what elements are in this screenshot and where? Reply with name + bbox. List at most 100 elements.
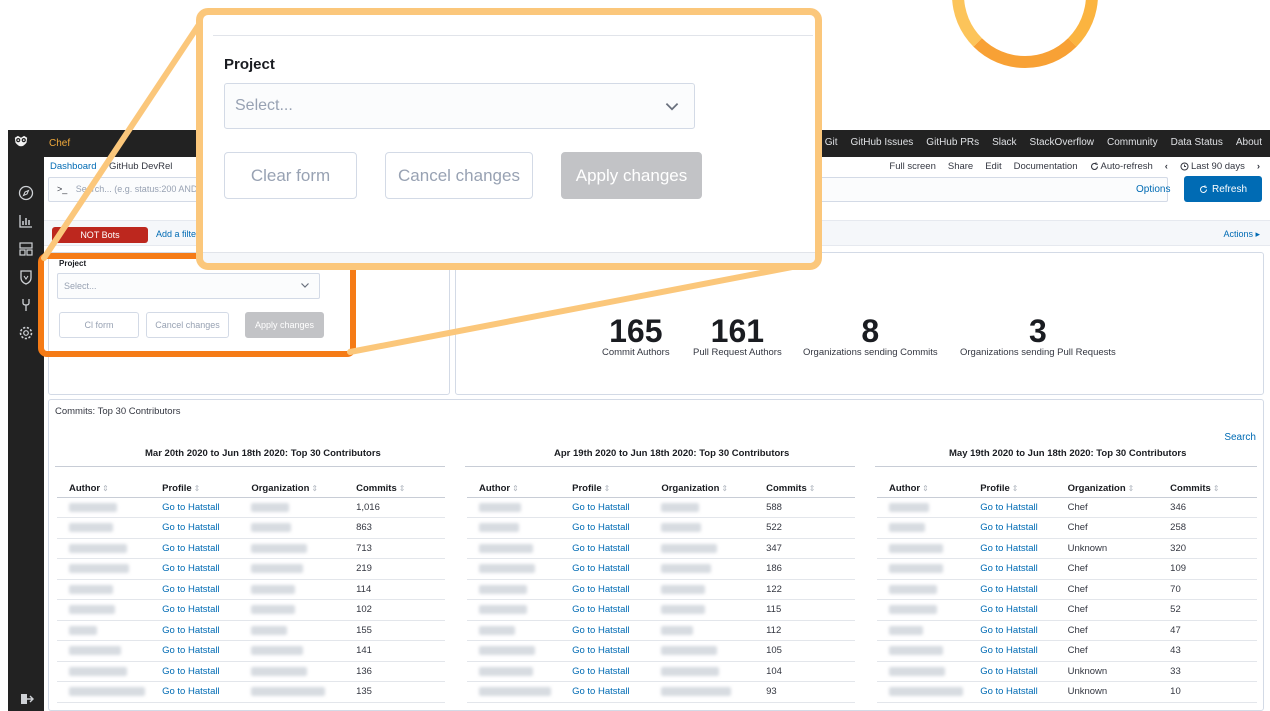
documentation-link[interactable]: Documentation <box>1014 161 1078 172</box>
redacted-author <box>479 605 527 615</box>
column-header-organization[interactable]: Organization ⇕ <box>1055 480 1159 498</box>
not-bots-filter-pill[interactable]: NOT Bots <box>52 227 148 243</box>
column-header-organization[interactable]: Organization ⇕ <box>649 480 755 498</box>
apply-changes-button-zoom[interactable]: Apply changes <box>561 152 702 199</box>
chart-icon[interactable] <box>17 212 35 230</box>
options-link[interactable]: Options <box>1136 184 1170 195</box>
profile-link[interactable]: Go to Hatstall <box>968 681 1056 703</box>
shield-icon[interactable] <box>17 268 35 286</box>
owl-logo-icon[interactable] <box>13 134 39 160</box>
cancel-changes-button-zoom[interactable]: Cancel changes <box>385 152 533 199</box>
commits-cell: 135 <box>344 681 445 703</box>
profile-link[interactable]: Go to Hatstall <box>968 497 1056 518</box>
profile-link[interactable]: Go to Hatstall <box>968 517 1056 539</box>
search-placeholder: Search... (e.g. status:200 AND <box>75 184 198 194</box>
actions-link[interactable]: Actions ▸ <box>1223 229 1260 240</box>
nav-about[interactable]: About <box>1236 137 1262 148</box>
time-prev-button[interactable]: ‹ <box>1165 161 1168 172</box>
breadcrumb-dashboard[interactable]: Dashboard <box>50 161 96 172</box>
project-select-placeholder: Select... <box>235 97 293 114</box>
profile-link[interactable]: Go to Hatstall <box>150 517 240 539</box>
profile-link[interactable]: Go to Hatstall <box>968 640 1056 662</box>
nav-stackoverflow[interactable]: StackOverflow <box>1030 137 1094 148</box>
auto-refresh-toggle[interactable]: Auto-refresh <box>1090 161 1153 172</box>
nav-github-prs[interactable]: GitHub PRs <box>926 137 979 148</box>
column-header-author[interactable]: Author ⇕ <box>877 480 969 498</box>
logout-icon[interactable] <box>17 690 35 708</box>
column-header-author[interactable]: Author ⇕ <box>467 480 561 498</box>
profile-link[interactable]: Go to Hatstall <box>560 558 650 580</box>
profile-link[interactable]: Go to Hatstall <box>560 497 650 518</box>
column-header-organization[interactable]: Organization ⇕ <box>239 480 345 498</box>
profile-link[interactable]: Go to Hatstall <box>968 538 1056 559</box>
commits-cell: 346 <box>1158 497 1257 518</box>
column-header-author[interactable]: Author ⇕ <box>57 480 151 498</box>
compass-icon[interactable] <box>17 184 35 202</box>
dashboard-icon[interactable] <box>17 240 35 258</box>
redacted-organization <box>661 646 718 656</box>
profile-link[interactable]: Go to Hatstall <box>968 620 1056 641</box>
profile-link[interactable]: Go to Hatstall <box>968 599 1056 621</box>
profile-link[interactable]: Go to Hatstall <box>150 681 240 703</box>
redacted-author <box>889 666 945 676</box>
share-link[interactable]: Share <box>948 161 973 172</box>
column-header-commits[interactable]: Commits ⇕ <box>344 480 445 498</box>
profile-link[interactable]: Go to Hatstall <box>150 497 240 518</box>
project-select-zoom[interactable]: Select... <box>224 83 695 129</box>
profile-link[interactable]: Go to Hatstall <box>560 640 650 662</box>
profile-link[interactable]: Go to Hatstall <box>150 579 240 600</box>
profile-link[interactable]: Go to Hatstall <box>560 517 650 539</box>
profile-link[interactable]: Go to Hatstall <box>560 538 650 559</box>
wrench-icon[interactable] <box>17 296 35 314</box>
add-filter-link[interactable]: Add a filter <box>156 229 199 239</box>
refresh-button[interactable]: Refresh <box>1184 176 1262 202</box>
commits-cell: 109 <box>1158 558 1257 580</box>
profile-link[interactable]: Go to Hatstall <box>150 661 240 682</box>
clear-form-button-zoom[interactable]: Clear form <box>224 152 357 199</box>
time-next-button[interactable]: › <box>1257 161 1260 172</box>
profile-link[interactable]: Go to Hatstall <box>150 640 240 662</box>
author-cell <box>877 640 969 662</box>
redacted-organization <box>661 625 694 635</box>
profile-link[interactable]: Go to Hatstall <box>150 620 240 641</box>
app-brand[interactable]: Chef <box>49 138 70 149</box>
column-header-commits[interactable]: Commits ⇕ <box>1158 480 1257 498</box>
nav-community[interactable]: Community <box>1107 137 1158 148</box>
redacted-author <box>479 564 535 574</box>
profile-link[interactable]: Go to Hatstall <box>968 558 1056 580</box>
redacted-organization <box>251 584 296 594</box>
nav-git[interactable]: Git <box>825 137 838 148</box>
organization-cell: Unknown <box>1055 681 1159 703</box>
gear-icon[interactable] <box>17 324 35 342</box>
profile-link[interactable]: Go to Hatstall <box>560 661 650 682</box>
edit-link[interactable]: Edit <box>985 161 1001 172</box>
profile-link[interactable]: Go to Hatstall <box>560 599 650 621</box>
metric-pr-authors: 161 Pull Request Authors <box>693 313 782 358</box>
table-row: Go to Hatstall 122 <box>467 579 855 600</box>
profile-link[interactable]: Go to Hatstall <box>560 579 650 600</box>
profile-link[interactable]: Go to Hatstall <box>150 558 240 580</box>
profile-link[interactable]: Go to Hatstall <box>150 538 240 559</box>
time-range-picker[interactable]: Last 90 days <box>1180 161 1245 172</box>
redacted-author <box>479 584 527 594</box>
table-row: Go to Hatstall Chef 43 <box>877 640 1257 662</box>
nav-slack[interactable]: Slack <box>992 137 1016 148</box>
profile-link[interactable]: Go to Hatstall <box>968 661 1056 682</box>
redacted-author <box>479 523 519 533</box>
contributors-table-1: Author ⇕ Profile ⇕ Organization ⇕ Commits ⇕ Go … <box>57 480 445 703</box>
profile-link[interactable]: Go to Hatstall <box>560 620 650 641</box>
fullscreen-link[interactable]: Full screen <box>889 161 935 172</box>
commits-cell: 186 <box>754 558 855 580</box>
column-header-profile[interactable]: Profile ⇕ <box>150 480 240 498</box>
nav-github-issues[interactable]: GitHub Issues <box>850 137 913 148</box>
search-link[interactable]: Search <box>1224 432 1256 443</box>
column-header-profile[interactable]: Profile ⇕ <box>968 480 1056 498</box>
profile-link[interactable]: Go to Hatstall <box>560 681 650 703</box>
column-header-profile[interactable]: Profile ⇕ <box>560 480 650 498</box>
profile-link[interactable]: Go to Hatstall <box>150 599 240 621</box>
profile-link[interactable]: Go to Hatstall <box>968 579 1056 600</box>
column-header-commits[interactable]: Commits ⇕ <box>754 480 855 498</box>
table-row: Go to Hatstall Unknown 33 <box>877 661 1257 682</box>
nav-data-status[interactable]: Data Status <box>1171 137 1223 148</box>
sort-icon: ⇕ <box>922 483 929 493</box>
